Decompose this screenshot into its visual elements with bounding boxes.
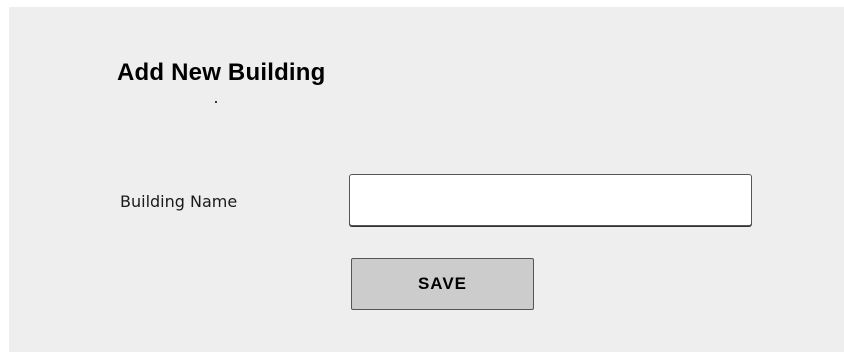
page-title: Add New Building <box>117 59 326 86</box>
building-name-label: Building Name <box>120 192 238 211</box>
add-building-panel: Add New Building Building Name SAVE <box>9 7 844 352</box>
save-button[interactable]: SAVE <box>351 258 534 310</box>
decorative-dot <box>215 101 217 103</box>
building-name-input[interactable] <box>349 174 752 226</box>
